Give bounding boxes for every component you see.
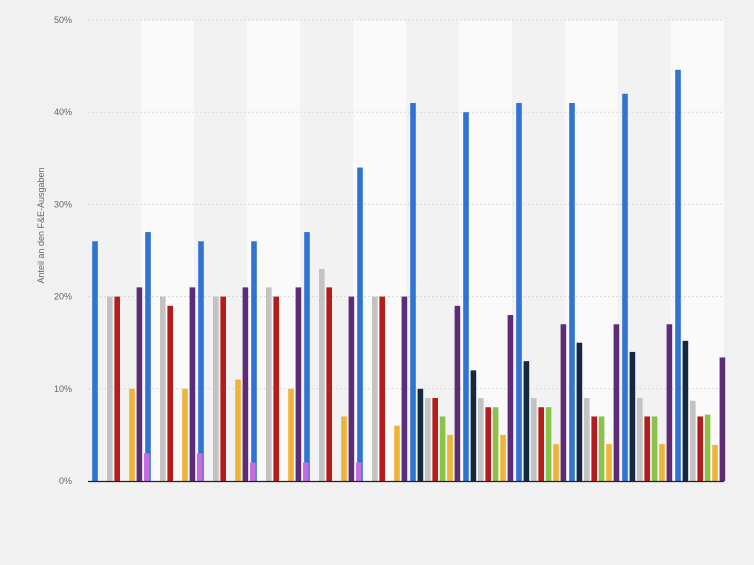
bar — [319, 268, 325, 481]
bar — [523, 361, 530, 481]
bar — [189, 287, 196, 481]
bar — [326, 287, 332, 481]
bar — [107, 296, 113, 481]
bar — [220, 296, 226, 481]
y-tick-label: 40% — [54, 107, 72, 117]
bar — [560, 324, 567, 481]
bar — [454, 305, 461, 481]
bar — [182, 388, 188, 481]
bar — [553, 444, 559, 481]
bar — [719, 357, 726, 481]
bar — [250, 462, 256, 481]
y-tick-label: 30% — [54, 199, 72, 209]
bar — [704, 414, 711, 481]
bar — [160, 296, 166, 481]
bar — [637, 398, 643, 481]
bar — [697, 416, 703, 481]
bar — [613, 324, 620, 481]
bar — [682, 340, 689, 481]
bar — [273, 296, 279, 481]
bar — [690, 400, 696, 481]
bar — [439, 416, 446, 481]
bar — [629, 351, 636, 481]
bar — [447, 434, 453, 481]
bar — [651, 416, 658, 481]
y-tick-label: 20% — [54, 292, 72, 302]
bar — [235, 379, 241, 481]
bar — [591, 416, 597, 481]
bar — [507, 315, 514, 481]
bar — [432, 398, 438, 481]
bar — [712, 445, 718, 481]
bar — [92, 241, 98, 481]
bar — [666, 324, 673, 481]
y-tick-label: 50% — [54, 15, 72, 25]
bar — [470, 370, 477, 481]
bar — [341, 416, 347, 481]
bar — [675, 69, 681, 482]
bar — [213, 296, 219, 481]
bar — [304, 232, 310, 481]
bar — [401, 296, 408, 481]
bar — [357, 167, 363, 481]
bar — [145, 232, 151, 481]
bar — [545, 407, 552, 481]
bar — [463, 112, 469, 481]
bar — [379, 296, 385, 481]
bar — [348, 296, 355, 481]
bar — [144, 453, 150, 481]
y-tick-label: 10% — [54, 384, 72, 394]
bar — [492, 407, 499, 481]
bar — [516, 102, 522, 481]
bar — [598, 416, 605, 481]
bar — [303, 462, 309, 481]
bar — [288, 388, 294, 481]
bar — [295, 287, 302, 481]
bar — [500, 434, 506, 481]
bar — [410, 102, 416, 481]
bar-chart: Anteil an den F&E-Ausgaben 0% 10% 20% 30% 40… — [36, 15, 726, 486]
bar — [584, 398, 590, 481]
bar — [659, 444, 665, 481]
y-axis-label: Anteil an den F&E-Ausgaben — [36, 167, 46, 283]
bar — [606, 444, 612, 481]
bar — [569, 102, 575, 481]
bar — [478, 398, 484, 481]
bar — [129, 388, 135, 481]
bar — [531, 398, 537, 481]
bar — [417, 388, 424, 481]
bar — [167, 305, 173, 481]
chart-container: Anteil an den F&E-Ausgaben 0% 10% 20% 30% 40… — [0, 0, 754, 560]
bar — [198, 241, 204, 481]
bar — [394, 425, 400, 481]
bar — [538, 407, 544, 481]
y-tick-label: 0% — [59, 476, 72, 486]
bar — [485, 407, 491, 481]
bar — [136, 287, 143, 481]
bar — [197, 453, 203, 481]
bar — [242, 287, 249, 481]
bar — [372, 296, 378, 481]
bar — [425, 398, 431, 481]
bar — [356, 462, 362, 481]
bar — [266, 287, 272, 481]
bar — [622, 93, 628, 481]
bar — [576, 342, 583, 481]
bar — [644, 416, 650, 481]
bar — [114, 296, 120, 481]
bar — [251, 241, 257, 481]
